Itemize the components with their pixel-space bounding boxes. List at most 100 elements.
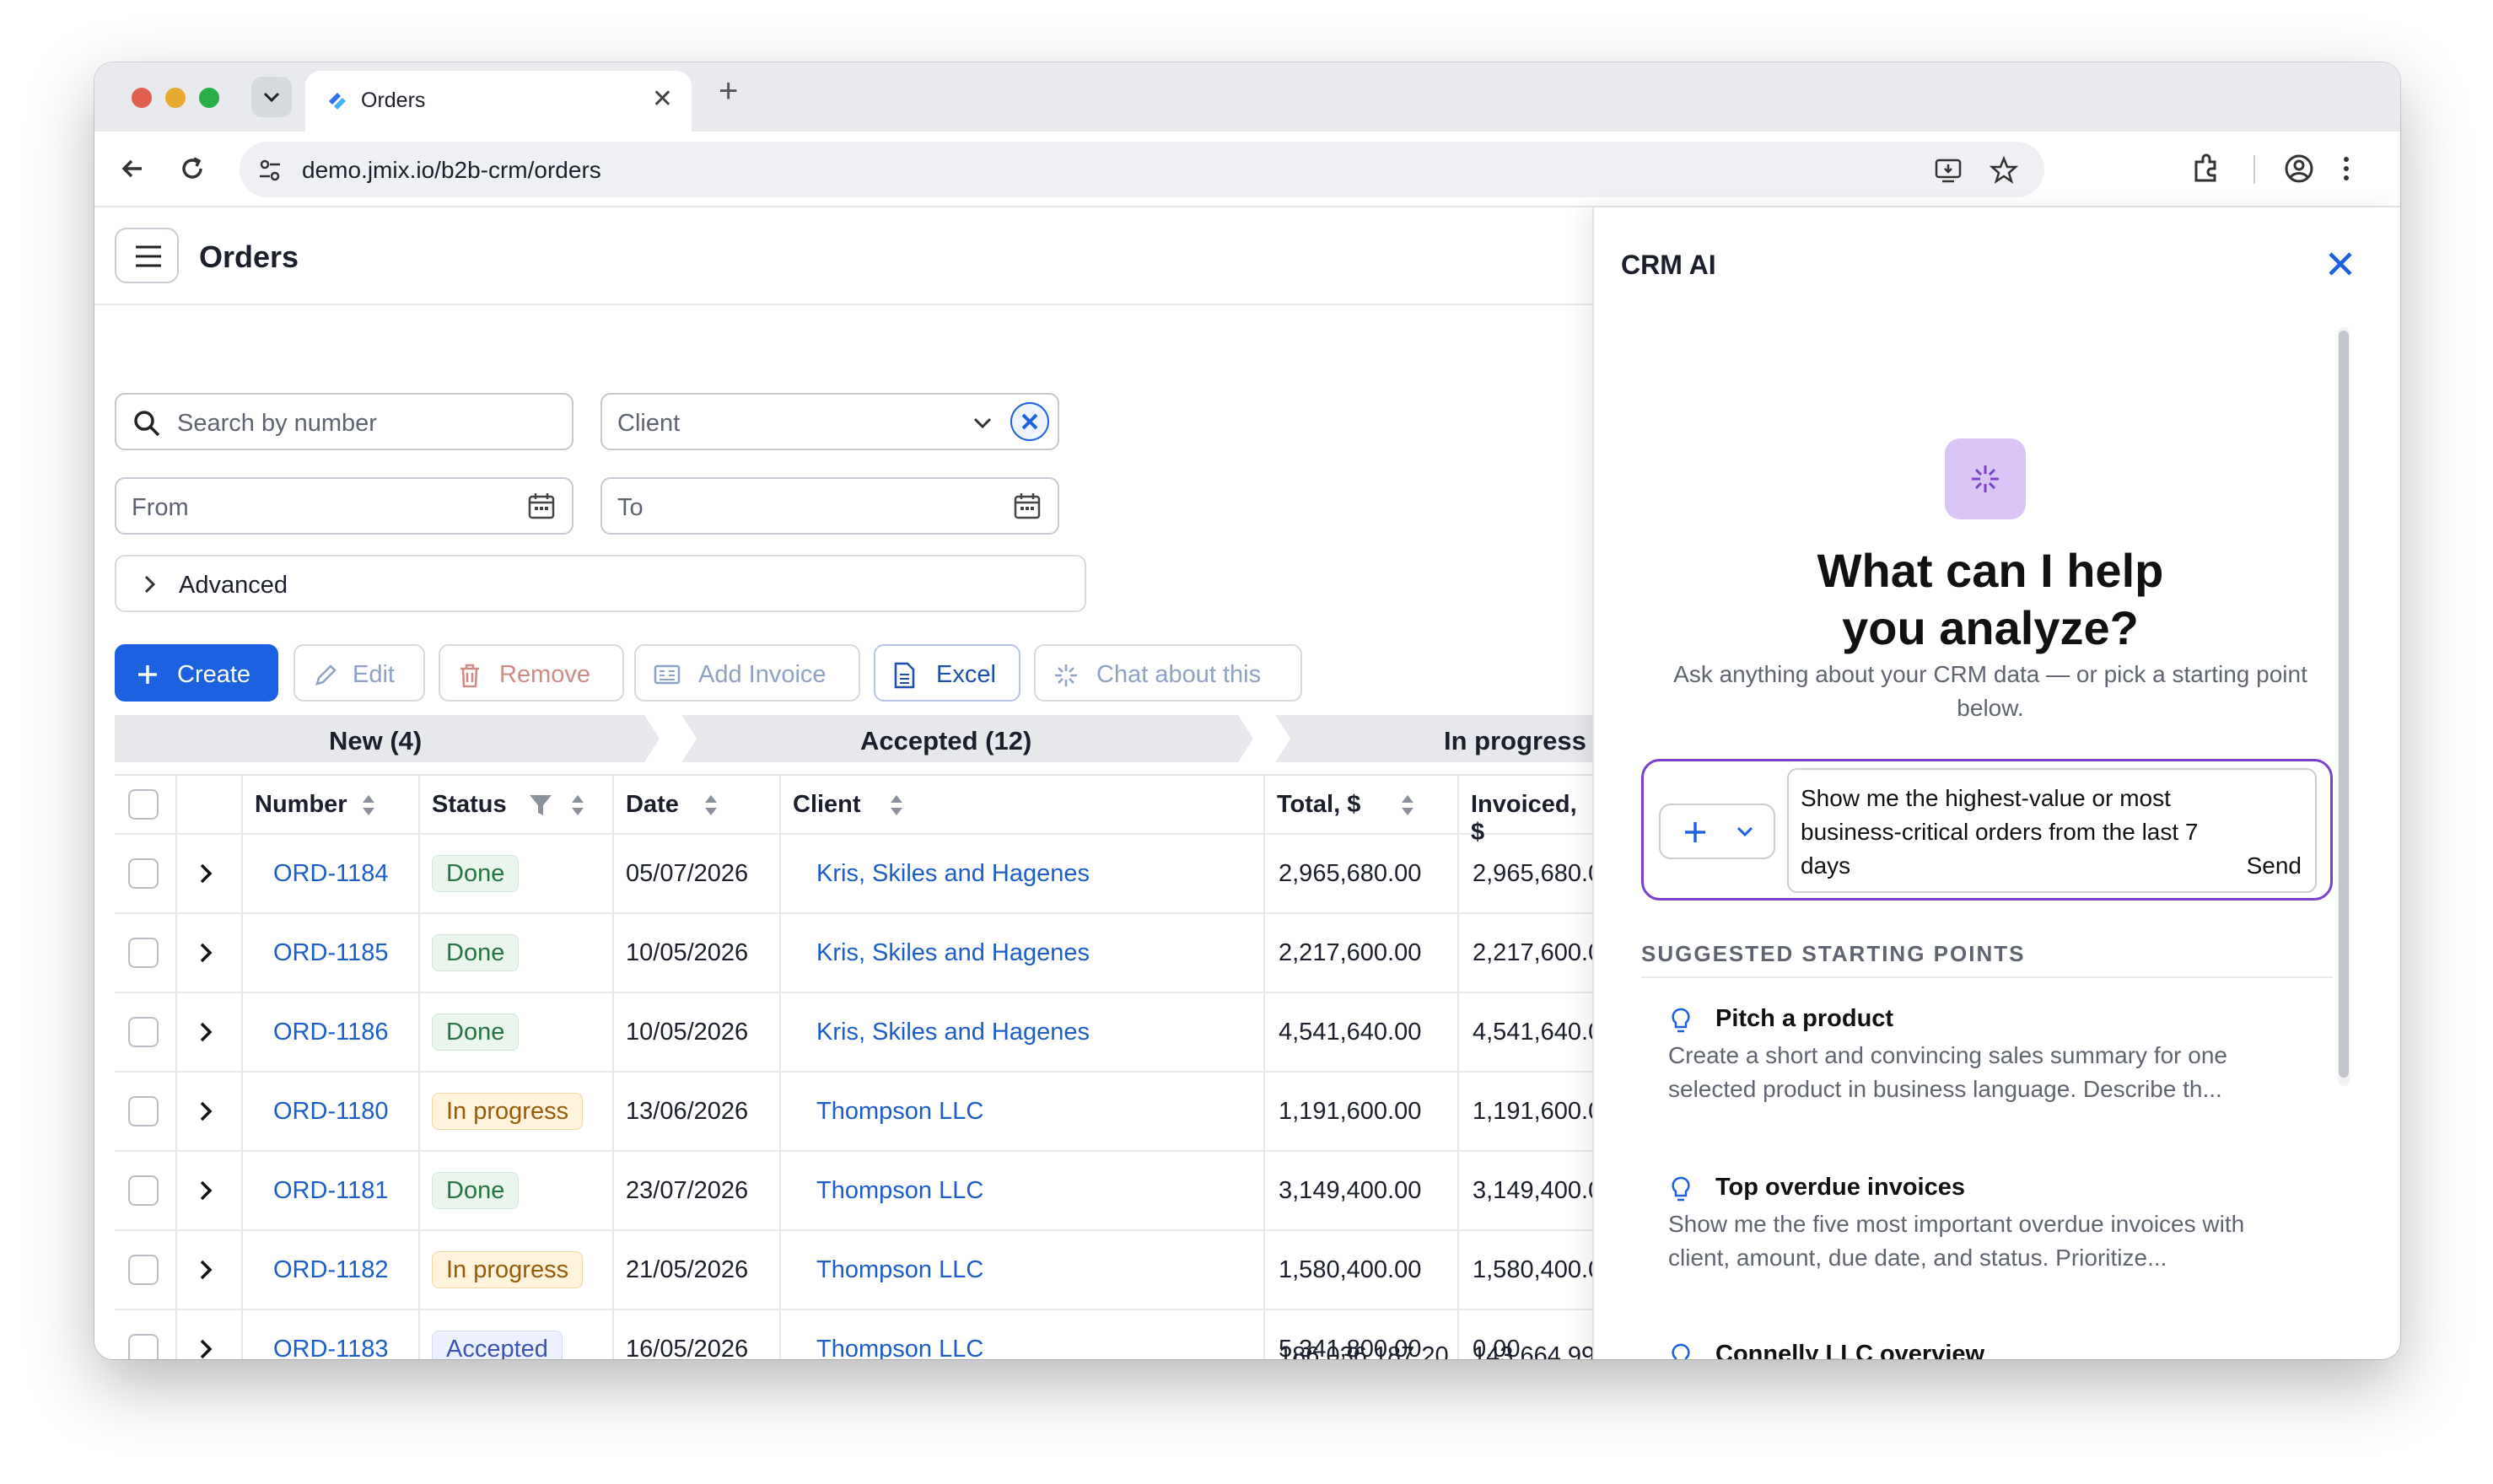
chevron-right-icon[interactable] — [197, 1020, 214, 1044]
stage-in-progress[interactable]: In progress — [1275, 715, 1596, 762]
create-button[interactable]: Create — [115, 644, 278, 702]
client-link[interactable]: Kris, Skiles and Hagenes — [816, 1019, 1090, 1046]
minimize-window-button[interactable] — [165, 88, 186, 108]
column-header-number[interactable]: Number — [255, 791, 347, 819]
install-app-icon[interactable] — [1933, 155, 1963, 186]
order-number-link[interactable]: ORD-1186 — [273, 1019, 388, 1046]
profile-icon[interactable] — [2282, 152, 2316, 186]
new-tab-button[interactable]: + — [719, 73, 738, 110]
sort-icon[interactable] — [1400, 793, 1415, 818]
menu-button[interactable] — [115, 228, 179, 283]
client-link[interactable]: Thompson LLC — [816, 1256, 983, 1284]
star-icon[interactable] — [1989, 155, 2019, 186]
chevron-right-icon[interactable] — [197, 1179, 214, 1202]
suggestion-connelly-overview[interactable]: Connelly LLC overview — [1641, 1336, 2333, 1359]
chevron-down-icon[interactable] — [972, 415, 993, 432]
attach-menu-button[interactable] — [1659, 804, 1775, 859]
table-row[interactable]: ORD-1186 Done 10/05/2026 Kris, Skiles and H… — [115, 993, 1596, 1073]
browser-tab[interactable]: Orders ✕ — [305, 71, 692, 132]
client-link[interactable]: Thompson LLC — [816, 1098, 983, 1126]
address-bar[interactable]: demo.jmix.io/b2b-crm/orders — [240, 142, 2044, 197]
edit-button[interactable]: Edit — [293, 644, 425, 702]
row-checkbox[interactable] — [128, 938, 159, 968]
order-number-link[interactable]: ORD-1184 — [273, 860, 388, 888]
site-settings-icon[interactable] — [256, 157, 283, 184]
excel-button[interactable]: Excel — [874, 644, 1020, 702]
close-window-button[interactable] — [132, 88, 152, 108]
more-icon[interactable] — [2338, 152, 2355, 186]
chevron-right-icon[interactable] — [197, 862, 214, 885]
from-date-field[interactable]: From — [115, 477, 573, 535]
clear-client-button[interactable] — [1010, 402, 1049, 441]
column-header-total[interactable]: Total, $ — [1277, 791, 1360, 819]
order-number-link[interactable]: ORD-1181 — [273, 1177, 388, 1205]
stage-new[interactable]: New (4) — [115, 715, 660, 762]
stage-accepted[interactable]: Accepted (12) — [681, 715, 1253, 762]
extensions-icon[interactable] — [2189, 152, 2223, 186]
suggestion-title: Pitch a product — [1715, 1005, 1894, 1032]
maximize-window-button[interactable] — [199, 88, 219, 108]
order-number-link[interactable]: ORD-1180 — [273, 1098, 388, 1126]
ai-scrollbar[interactable] — [2338, 327, 2350, 1086]
chevron-down-icon — [1736, 826, 1753, 837]
chat-about-this-button[interactable]: Chat about this — [1034, 644, 1302, 702]
client-link[interactable]: Kris, Skiles and Hagenes — [816, 939, 1090, 967]
row-checkbox[interactable] — [128, 858, 159, 889]
search-placeholder: Search by number — [177, 410, 377, 437]
search-input[interactable]: Search by number — [115, 393, 573, 450]
ai-headline-line2: you analyze? — [1842, 601, 2139, 654]
order-invoiced: 4,541,640.00 — [1473, 1019, 1596, 1046]
to-date-field[interactable]: To — [600, 477, 1059, 535]
chevron-right-icon[interactable] — [197, 1258, 214, 1282]
close-tab-icon[interactable]: ✕ — [652, 84, 673, 114]
client-placeholder: Client — [617, 410, 681, 437]
add-invoice-button[interactable]: Add Invoice — [634, 644, 860, 702]
table-row[interactable]: ORD-1184 Done 05/07/2026 Kris, Skiles and H… — [115, 835, 1596, 914]
column-header-client[interactable]: Client — [793, 791, 861, 819]
client-link[interactable]: Kris, Skiles and Hagenes — [816, 860, 1090, 888]
sort-icon[interactable] — [703, 793, 719, 818]
ai-prompt-input[interactable]: Show me the highest-value or most busine… — [1787, 768, 2317, 893]
table-row[interactable]: ORD-1180 In progress 13/06/2026 Thompson LL… — [115, 1073, 1596, 1152]
table-row[interactable]: ORD-1185 Done 10/05/2026 Kris, Skiles and H… — [115, 914, 1596, 993]
table-row[interactable]: ORD-1181 Done 23/07/2026 Thompson LLC 3,149,… — [115, 1152, 1596, 1231]
from-placeholder: From — [132, 494, 189, 521]
client-link[interactable]: Thompson LLC — [816, 1177, 983, 1205]
column-header-date[interactable]: Date — [626, 791, 679, 819]
column-header-status[interactable]: Status — [432, 791, 507, 819]
filter-icon[interactable] — [528, 793, 553, 818]
select-all-checkbox[interactable] — [128, 789, 159, 820]
status-badge: Done — [432, 934, 520, 971]
order-number-link[interactable]: ORD-1185 — [273, 939, 388, 967]
sort-icon[interactable] — [570, 793, 585, 818]
client-select[interactable]: Client — [600, 393, 1059, 450]
tab-search-button[interactable] — [251, 77, 292, 117]
order-invoiced: 3,149,400.00 — [1473, 1177, 1596, 1204]
order-total: 1,580,400.00 — [1279, 1256, 1422, 1283]
calendar-icon[interactable] — [526, 491, 557, 521]
calendar-icon[interactable] — [1012, 491, 1042, 521]
order-number-link[interactable]: ORD-1182 — [273, 1256, 388, 1284]
remove-button[interactable]: Remove — [439, 644, 624, 702]
send-button[interactable]: Send — [2247, 852, 2302, 879]
advanced-filter-toggle[interactable]: Advanced — [115, 555, 1086, 612]
chevron-right-icon[interactable] — [197, 941, 214, 965]
row-checkbox[interactable] — [128, 1255, 159, 1285]
table-row[interactable]: ORD-1182 In progress 21/05/2026 Thompson LL… — [115, 1231, 1596, 1310]
page-title: Orders — [199, 239, 299, 274]
suggestion-pitch-product[interactable]: Pitch a product Create a short and convi… — [1641, 1000, 2333, 1126]
pencil-icon — [315, 664, 337, 686]
sort-icon[interactable] — [361, 793, 376, 818]
suggestion-overdue-invoices[interactable]: Top overdue invoices Show me the five mo… — [1641, 1169, 2333, 1295]
close-icon[interactable] — [2326, 250, 2355, 278]
row-checkbox[interactable] — [128, 1096, 159, 1126]
page-header: Orders — [94, 207, 1596, 305]
sort-icon[interactable] — [889, 793, 904, 818]
row-checkbox[interactable] — [128, 1175, 159, 1206]
reload-icon[interactable] — [175, 152, 209, 186]
chevron-right-icon[interactable] — [197, 1100, 214, 1123]
back-icon[interactable] — [116, 152, 150, 186]
row-checkbox[interactable] — [128, 1017, 159, 1047]
remove-label: Remove — [499, 661, 590, 688]
sparkle-icon — [1972, 465, 1999, 492]
